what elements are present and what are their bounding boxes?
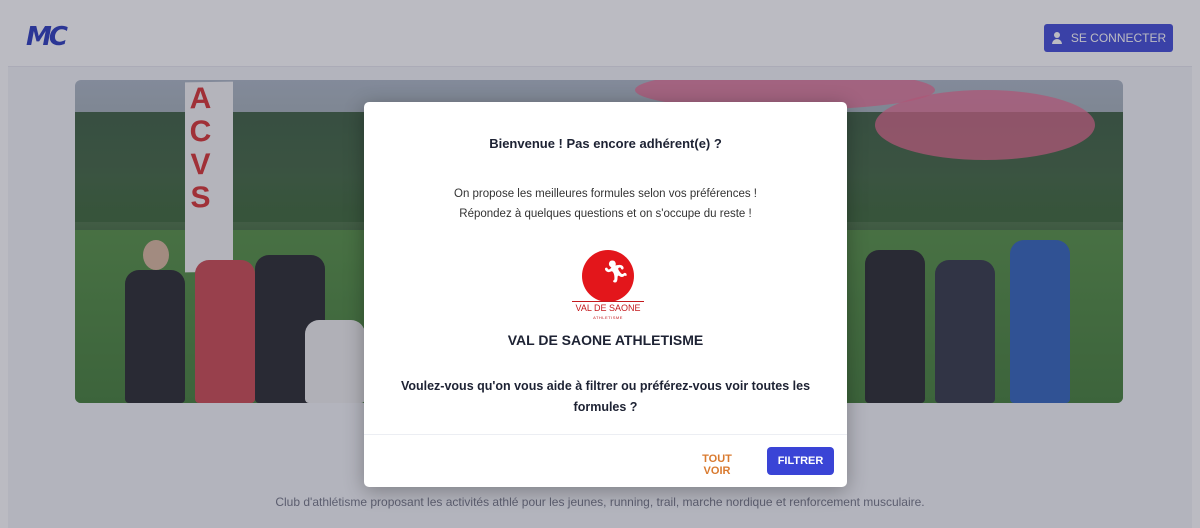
runner-icon: 🏃︎	[602, 260, 630, 285]
modal-title: Bienvenue ! Pas encore adhérent(e) ?	[489, 136, 722, 151]
modal-subtitle-line: On propose les meilleures formules selon…	[454, 188, 757, 200]
club-logo: 🏃︎ VAL DE SAONE ATHLETISME	[572, 250, 644, 326]
modal-subtitle: On propose les meilleures formules selon…	[364, 184, 847, 224]
modal-question: Voulez-vous qu'on vous aide à filtrer ou…	[400, 379, 811, 414]
modal-divider	[364, 434, 847, 435]
welcome-modal: Bienvenue ! Pas encore adhérent(e) ? On …	[364, 102, 847, 487]
club-logo-text: VAL DE SAONE	[572, 301, 644, 314]
see-all-button[interactable]: TOUT VOIR	[682, 452, 752, 477]
club-logo-subtext: ATHLETISME	[593, 315, 623, 320]
filter-button[interactable]: FILTRER	[767, 447, 834, 475]
modal-subtitle-line: Répondez à quelques questions et on s'oc…	[459, 208, 752, 220]
club-name: VAL DE SAONE ATHLETISME	[507, 332, 704, 348]
